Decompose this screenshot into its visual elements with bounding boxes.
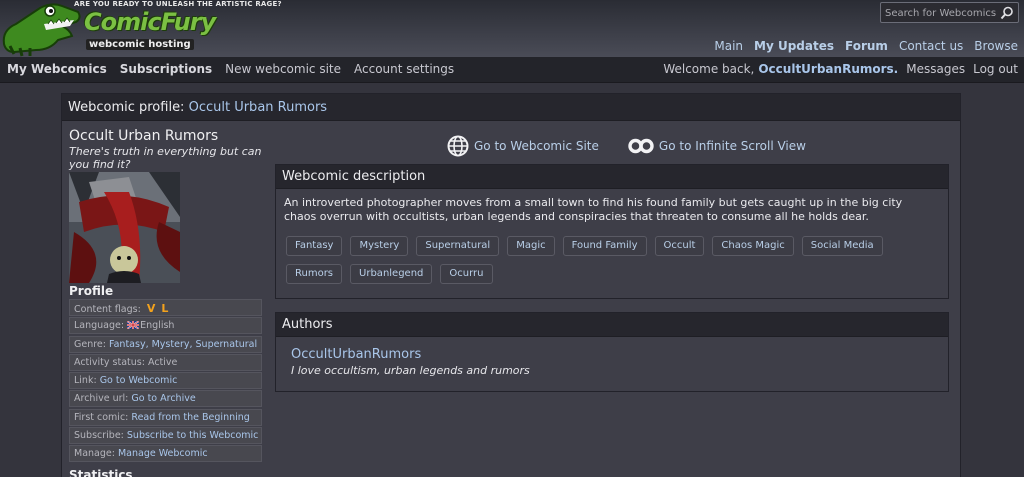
author-bio: I love occultism, urban legends and rumo… [291,364,530,377]
username-link[interactable]: OccultUrbanRumors. [758,62,898,76]
nav-forum[interactable]: Forum [845,39,888,53]
authors-box: Authors OccultUrbanRumors I love occulti… [275,312,949,392]
infinite-scroll-link[interactable]: Go to Infinite Scroll View [628,138,806,154]
description-text: An introverted photographer moves from a… [284,196,903,223]
nav-browse[interactable]: Browse [974,39,1018,53]
tag-list: Fantasy Mystery Supernatural Magic Found… [286,236,926,292]
comic-links: Go to Webcomic Site Go to Infinite Scrol… [447,135,806,157]
tag-occult[interactable]: Occult [654,236,705,256]
activity-value: Active [147,356,178,368]
page-title: Webcomic profile: Occult Urban Rumors [68,100,328,115]
tag-chaos-magic[interactable]: Chaos Magic [712,236,794,256]
tag-fantasy[interactable]: Fantasy [286,236,343,256]
tag-magic[interactable]: Magic [507,236,555,256]
description-heading: Webcomic description [276,165,948,189]
profile-row-subscribe: Subscribe: Subscribe to this Webcomic [69,427,262,445]
go-to-site-link[interactable]: Go to Webcomic Site [447,135,599,157]
first-comic-link[interactable]: Read from the Beginning [131,412,249,423]
tag-found-family[interactable]: Found Family [562,236,647,256]
nav-contact[interactable]: Contact us [899,39,963,53]
site-header: ARE YOU READY TO UNLEASH THE ARTISTIC RA… [0,0,1024,57]
comic-title: Occult Urban Rumors [69,128,219,144]
profile-row-first-comic: First comic: Read from the Beginning [69,408,262,426]
subscribe-link[interactable]: Subscribe to this Webcomic [127,430,258,441]
profile-row-content-flags: Content flags: V L [69,299,262,316]
tag-ocurru[interactable]: Ocurru [440,264,493,284]
profile-heading: Profile [69,284,114,298]
comic-thumbnail[interactable] [69,172,180,283]
nav-my-updates[interactable]: My Updates [754,39,834,53]
webcomic-profile-panel: Webcomic profile: Occult Urban Rumors Oc… [61,93,961,477]
logo-subtitle: webcomic hosting [86,39,194,50]
nav-new-webcomic[interactable]: New webcomic site [225,62,341,76]
nav-subscriptions[interactable]: Subscriptions [120,62,212,76]
flag-violence-icon[interactable]: V [147,302,156,315]
comic-tagline: There's truth in everything but can you … [69,145,262,171]
archive-link[interactable]: Go to Archive [131,393,195,404]
statistics-heading: Statistics [69,468,133,477]
authors-heading: Authors [276,313,948,337]
site-logo[interactable]: ARE YOU READY TO UNLEASH THE ARTISTIC RA… [0,0,282,57]
uk-flag-icon [127,321,140,330]
profile-row-link: Link: Go to Webcomic [69,372,262,390]
profile-row-genre: Genre: Fantasy, Mystery, Supernatural [69,335,262,353]
webcomic-link[interactable]: Go to Webcomic [100,375,178,386]
profile-row-archive: Archive url: Go to Archive [69,390,262,408]
search-icon[interactable] [1000,6,1014,20]
genre-links[interactable]: Fantasy, Mystery, Supernatural [109,339,257,350]
tag-mystery[interactable]: Mystery [350,236,409,256]
comic-cover-image [69,172,180,283]
nav-main[interactable]: Main [714,39,743,53]
author-name-link[interactable]: OccultUrbanRumors [291,347,421,362]
nav-my-webcomics[interactable]: My Webcomics [7,62,107,76]
page-title-comic-link[interactable]: Occult Urban Rumors [189,100,327,115]
tag-supernatural[interactable]: Supernatural [416,236,500,256]
language-value: English [140,320,175,332]
logout-link[interactable]: Log out [973,62,1018,76]
panel-header: Webcomic profile: Occult Urban Rumors [62,94,960,121]
tag-rumors[interactable]: Rumors [286,264,343,284]
description-box: Webcomic description An introverted phot… [275,164,949,299]
crocodile-logo-icon [2,3,81,57]
messages-link[interactable]: Messages [906,62,965,76]
globe-icon [447,135,469,157]
tag-urbanlegend[interactable]: Urbanlegend [350,264,433,284]
profile-table: Content flags: V L Language: English Gen… [69,299,262,464]
search-box [880,2,1019,23]
flag-language-icon[interactable]: L [161,302,168,315]
profile-row-language: Language: English [69,317,262,335]
welcome-text: Welcome back, [663,62,755,76]
logo-tagline: ARE YOU READY TO UNLEASH THE ARTISTIC RA… [74,0,282,8]
nav-account-settings[interactable]: Account settings [354,62,454,76]
manage-link[interactable]: Manage Webcomic [118,448,208,459]
search-input[interactable] [885,6,997,20]
logo-wordmark: ComicFury [84,8,216,36]
tag-social-media[interactable]: Social Media [801,236,883,256]
infinity-icon [628,138,654,154]
profile-row-activity: Activity status: Active [69,353,262,371]
top-nav: Main My Updates Forum Contact us Browse [703,39,1018,53]
user-nav-bar: My Webcomics Subscriptions New webcomic … [0,57,1024,83]
profile-row-manage: Manage: Manage Webcomic [69,445,262,463]
